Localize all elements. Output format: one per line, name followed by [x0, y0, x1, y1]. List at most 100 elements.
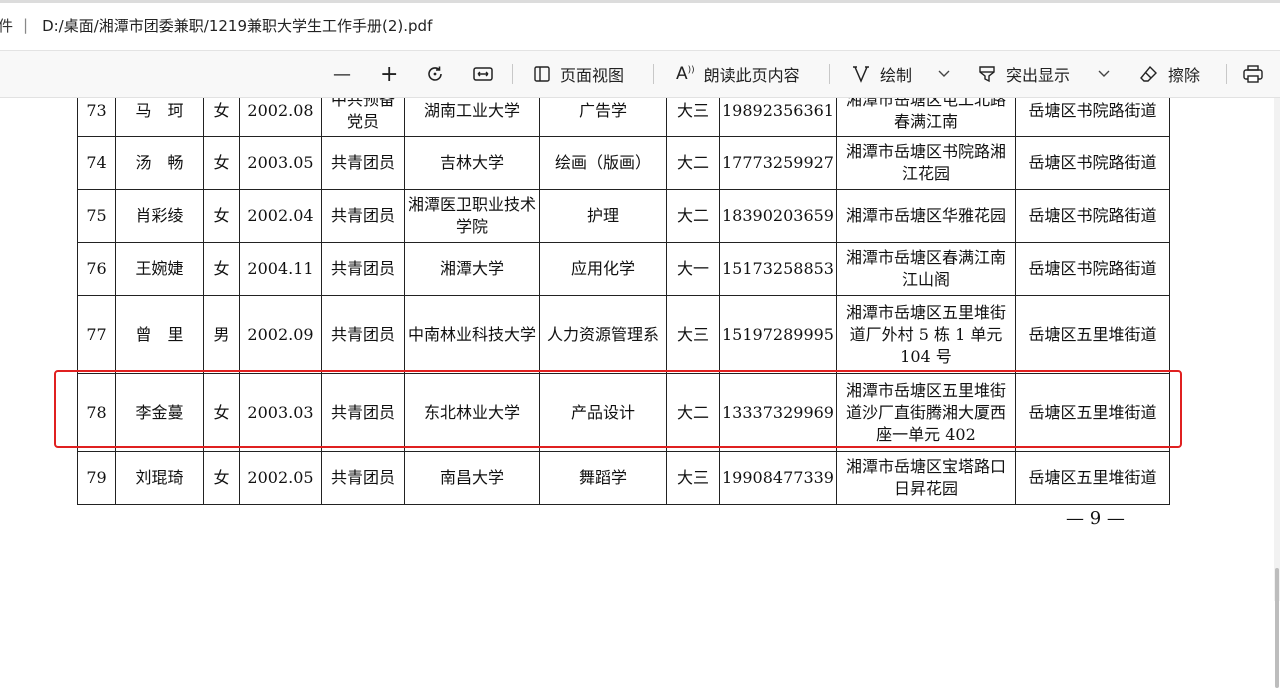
cell-district: 岳塘区书院路街道 — [1014, 98, 1170, 137]
cell-phone: 18390203659 — [719, 189, 837, 243]
cell-name: 马 珂 — [115, 98, 204, 137]
cell-address: 湘潭市岳塘区春满江南江山阁 — [835, 242, 1016, 296]
pdf-page: 73 马 珂女 2002.08 中共预备党员 湖南工业大学 广告学 大三 1989235636… — [0, 98, 1280, 601]
cell-politics: 共青团员 — [321, 242, 405, 296]
cell-grade: 大三 — [666, 451, 720, 505]
toolbar-divider — [512, 64, 513, 84]
cell-major: 产品设计 — [539, 373, 667, 452]
zoom-in-button[interactable]: + — [380, 51, 398, 97]
cell-grade: 大一 — [666, 242, 720, 296]
pdf-toolbar: — + 页面视图 A)) 朗读此页内容 绘制 突出显示 擦除 — [0, 51, 1280, 98]
cell-politics: 共青团员 — [321, 136, 405, 190]
toolbar-divider — [1226, 64, 1227, 84]
draw-button[interactable]: 绘制 — [851, 51, 912, 97]
cell-address: 湘潭市岳塘区书院路湘江花园 — [835, 136, 1016, 190]
chevron-down-icon — [1098, 70, 1110, 78]
cell-no: 78 — [77, 373, 116, 452]
table-row: 77 曾 里男 2002.09 共青团员 中南林业科技大学 人力资源管理系 大三 151972… — [77, 295, 1170, 374]
cell-politics: 中共预备党员 — [321, 98, 405, 137]
cell-district: 岳塘区五里堆街道 — [1014, 295, 1170, 374]
cell-grade: 大二 — [666, 189, 720, 243]
table-row: 73 马 珂女 2002.08 中共预备党员 湖南工业大学 广告学 大三 1989235636… — [77, 98, 1170, 137]
cell-grade: 大二 — [666, 373, 720, 452]
page-number: — 9 — — [1066, 508, 1125, 529]
print-icon — [1242, 64, 1264, 84]
cell-birth: 2002.08 — [239, 98, 322, 137]
cell-name: 李金蔓 — [115, 373, 204, 452]
draw-options-dropdown[interactable] — [938, 51, 950, 97]
read-aloud-button[interactable]: A)) 朗读此页内容 — [676, 51, 800, 97]
highlight-button[interactable]: 突出显示 — [977, 51, 1070, 97]
zoom-out-button[interactable]: — — [333, 51, 351, 97]
zoom-in-icon: + — [380, 61, 399, 87]
file-path[interactable]: D:/桌面/湘潭市团委兼职/1219兼职大学生工作手册(2).pdf — [42, 15, 432, 36]
cell-gender: 男 — [203, 295, 240, 374]
print-button[interactable] — [1242, 51, 1264, 97]
cell-name: 刘琨琦 — [115, 451, 204, 505]
cell-school: 湘潭医卫职业技术学院 — [404, 189, 540, 243]
cell-birth: 2002.09 — [239, 295, 322, 374]
erase-button[interactable]: 擦除 — [1139, 51, 1200, 97]
cell-name: 肖彩绫 — [115, 189, 204, 243]
cell-no: 79 — [77, 451, 116, 505]
cell-politics: 共青团员 — [321, 451, 405, 505]
cell-birth: 2004.11 — [239, 242, 322, 296]
cell-birth: 2003.05 — [239, 136, 322, 190]
cell-major: 护理 — [539, 189, 667, 243]
fit-width-icon — [472, 65, 494, 83]
cell-birth: 2002.04 — [239, 189, 322, 243]
highlighter-icon — [977, 64, 997, 84]
table-row: 78 李金蔓女 2003.03 共青团员 东北林业大学 产品设计 大二 13337329969… — [77, 373, 1170, 452]
chevron-down-icon — [938, 70, 950, 78]
cell-name: 汤 畅 — [115, 136, 204, 190]
cell-gender: 女 — [203, 373, 240, 452]
address-bar: 件 | D:/桌面/湘潭市团委兼职/1219兼职大学生工作手册(2).pdf — [0, 0, 1280, 51]
table-row: 74 汤 畅女 2003.05 共青团员 吉林大学 绘画（版画） 大二 17773259927… — [77, 136, 1170, 190]
student-table: 73 马 珂女 2002.08 中共预备党员 湖南工业大学 广告学 大三 1989235636… — [77, 98, 1170, 505]
read-aloud-label: 朗读此页内容 — [703, 66, 800, 85]
cell-school: 湘潭大学 — [404, 242, 540, 296]
cell-name: 曾 里 — [115, 295, 204, 374]
cell-school: 中南林业科技大学 — [404, 295, 540, 374]
cell-grade: 大三 — [666, 98, 720, 137]
cell-address: 湘潭市岳塘区宝塔路口日昇花园 — [835, 451, 1016, 505]
cell-major: 人力资源管理系 — [539, 295, 667, 374]
cell-gender: 女 — [203, 242, 240, 296]
draw-label: 绘制 — [880, 66, 913, 85]
cell-district: 岳塘区五里堆街道 — [1014, 451, 1170, 505]
cell-politics: 共青团员 — [321, 189, 405, 243]
cell-birth: 2003.03 — [239, 373, 322, 452]
cell-school: 东北林业大学 — [404, 373, 540, 452]
cell-major: 舞蹈学 — [539, 451, 667, 505]
address-separator: | — [23, 16, 29, 34]
cell-school: 南昌大学 — [404, 451, 540, 505]
page-view-button[interactable]: 页面视图 — [533, 51, 624, 97]
erase-label: 擦除 — [1168, 66, 1201, 85]
rotate-button[interactable] — [425, 51, 445, 97]
page-view-label: 页面视图 — [560, 66, 625, 85]
cell-birth: 2002.05 — [239, 451, 322, 505]
table-row: 79 刘琨琦女 2002.05 共青团员 南昌大学 舞蹈学 大三 19908477339 湘潭市… — [77, 451, 1170, 505]
fit-width-button[interactable] — [472, 51, 494, 97]
cell-major: 广告学 — [539, 98, 667, 137]
cell-school: 湖南工业大学 — [404, 98, 540, 137]
cell-phone: 17773259927 — [719, 136, 837, 190]
cell-major: 应用化学 — [539, 242, 667, 296]
cell-politics: 共青团员 — [321, 295, 405, 374]
read-aloud-icon: A)) — [676, 64, 695, 84]
highlight-label: 突出显示 — [1006, 66, 1071, 85]
scrollbar-thumb[interactable] — [1275, 568, 1279, 688]
vertical-scrollbar[interactable] — [1274, 98, 1280, 688]
cell-no: 76 — [77, 242, 116, 296]
cell-district: 岳塘区书院路街道 — [1014, 136, 1170, 190]
tab-strip-edge — [0, 0, 1280, 3]
cell-district: 岳塘区五里堆街道 — [1014, 373, 1170, 452]
cell-address: 湘潭市岳塘区华雅花园 — [835, 189, 1016, 243]
cell-gender: 女 — [203, 136, 240, 190]
table-row: 75 肖彩绫女 2002.04 共青团员 湘潭医卫职业技术学院 护理 大二 183902036… — [77, 189, 1170, 243]
highlight-options-dropdown[interactable] — [1098, 51, 1110, 97]
table-row: 76 王婉婕女 2004.11 共青团员 湘潭大学 应用化学 大一 15173258853 湘潭… — [77, 242, 1170, 296]
eraser-icon — [1139, 64, 1159, 84]
cell-politics: 共青团员 — [321, 373, 405, 452]
cell-school: 吉林大学 — [404, 136, 540, 190]
